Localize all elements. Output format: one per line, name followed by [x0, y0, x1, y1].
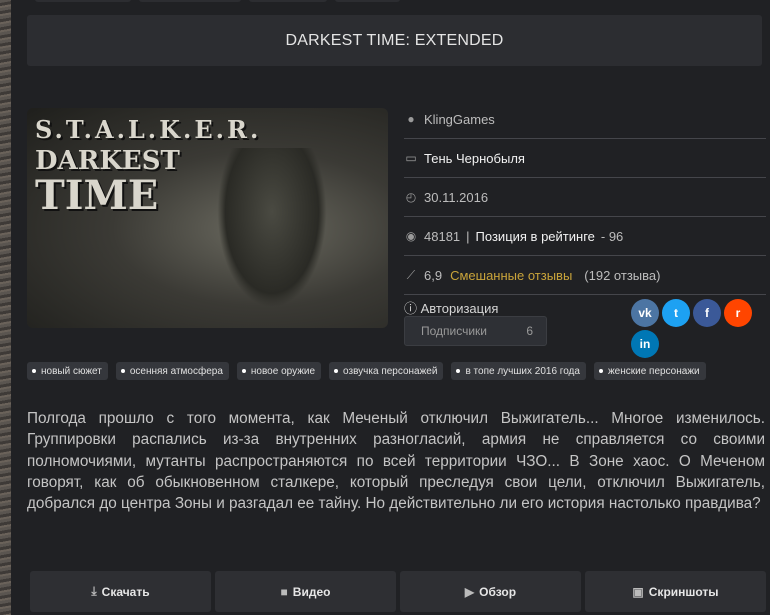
action-buttons: ⤓ Скачать ■ Видео ▶ Обзор ▣ Скриншоты: [30, 571, 766, 612]
tag[interactable]: осенняя атмосфера: [115, 362, 229, 380]
description: Полгода прошло с того момента, как Мечен…: [27, 410, 765, 513]
author[interactable]: KlingGames: [424, 112, 495, 127]
separator: |: [466, 228, 470, 244]
subscribers-count: 6: [526, 324, 533, 338]
info-list: ● KlingGames ▭ Тень Чернобыля ◴ 30.11.2016 …: [404, 100, 766, 295]
review-label: Обзор: [479, 584, 517, 599]
background-image-edge: [0, 0, 11, 615]
tag-list: новый сюжет осенняя атмосфера новое оруж…: [27, 362, 706, 380]
linkedin-icon[interactable]: in: [631, 330, 659, 358]
author-row: ● KlingGames: [404, 100, 766, 139]
nav-tab[interactable]: [35, 0, 131, 2]
cover-logo: S.T.A.L.K.E.R. DARKEST TIME: [35, 118, 261, 216]
score-row: ⟋ 6,9 Смешанные отзывы (192 отзыва): [404, 256, 766, 295]
views-count: 48181: [424, 228, 461, 244]
category-row: ▭ Тень Чернобыля: [404, 139, 766, 178]
subscribers-label: Подписчики: [421, 324, 488, 338]
score: 6,9: [424, 267, 443, 283]
rating-value: - 96: [600, 228, 624, 244]
twitter-icon[interactable]: t: [662, 299, 690, 327]
info-icon: ⓘ: [404, 301, 418, 316]
release-date: 30.11.2016: [424, 189, 489, 205]
tag[interactable]: новый сюжет: [27, 362, 108, 380]
download-button[interactable]: ⤓ Скачать: [30, 571, 211, 612]
youtube-icon: ▶: [464, 584, 475, 599]
screenshots-button[interactable]: ▣ Скриншоты: [585, 571, 766, 612]
views-row: ◉ 48181 | Позиция в рейтинге - 96: [404, 217, 766, 256]
vk-icon[interactable]: vk: [631, 299, 659, 327]
cover-logo-line: TIME: [35, 172, 159, 219]
tag-label: озвучка персонажей: [343, 365, 438, 377]
tag[interactable]: новое оружие: [236, 362, 322, 380]
review-button[interactable]: ▶ Обзор: [400, 571, 581, 612]
screenshots-label: Скриншоты: [648, 584, 719, 599]
line-chart-icon: ⟋: [406, 267, 416, 282]
review-count: (192 отзыва): [584, 267, 661, 283]
tag-label: новое оружие: [250, 365, 316, 377]
category-link[interactable]: Тень Чернобыля: [424, 151, 525, 166]
review-summary: Смешанные отзывы: [450, 267, 573, 283]
tag-label: осенняя атмосфера: [129, 365, 223, 377]
nav-tab[interactable]: [335, 0, 400, 2]
nav-tab[interactable]: [139, 0, 241, 2]
eye-icon: ◉: [405, 229, 417, 243]
page-title: DARKEST TIME: EXTENDED: [27, 15, 762, 66]
subscribers-button[interactable]: Подписчики 6: [404, 316, 547, 346]
video-label: Видео: [292, 584, 331, 599]
image-icon: ▣: [632, 584, 644, 599]
auth-link[interactable]: ⓘ Авторизация: [404, 298, 498, 317]
cover-logo-line: DARKEST: [35, 146, 180, 176]
user-icon: ●: [407, 112, 415, 126]
tag[interactable]: в топе лучших 2016 года: [451, 362, 586, 380]
tag-label: новый сюжет: [41, 365, 102, 377]
download-label: Скачать: [101, 584, 150, 599]
auth-label: Авторизация: [420, 301, 499, 316]
rating-label: Позиция в рейтинге: [475, 228, 595, 244]
video-camera-icon: ■: [280, 584, 288, 599]
tag[interactable]: женские персонажи: [593, 362, 706, 380]
reddit-icon[interactable]: r: [724, 299, 752, 327]
tag[interactable]: озвучка персонажей: [329, 362, 444, 380]
folder-open-icon: ▭: [405, 151, 417, 165]
facebook-icon[interactable]: f: [693, 299, 721, 327]
nav-tab[interactable]: [249, 0, 327, 2]
clock-icon: ◴: [405, 190, 417, 204]
date-row: ◴ 30.11.2016: [404, 178, 766, 217]
video-button[interactable]: ■ Видео: [215, 571, 396, 612]
cover-image: S.T.A.L.K.E.R. DARKEST TIME: [27, 108, 388, 328]
cover-logo-line: S.T.A.L.K.E.R.: [35, 115, 262, 144]
tag-label: в топе лучших 2016 года: [465, 365, 580, 377]
top-nav: [35, 0, 400, 2]
download-icon: ⤓: [91, 584, 97, 598]
tag-label: женские персонажи: [607, 365, 700, 377]
social-share: vk t f r in: [631, 299, 761, 358]
